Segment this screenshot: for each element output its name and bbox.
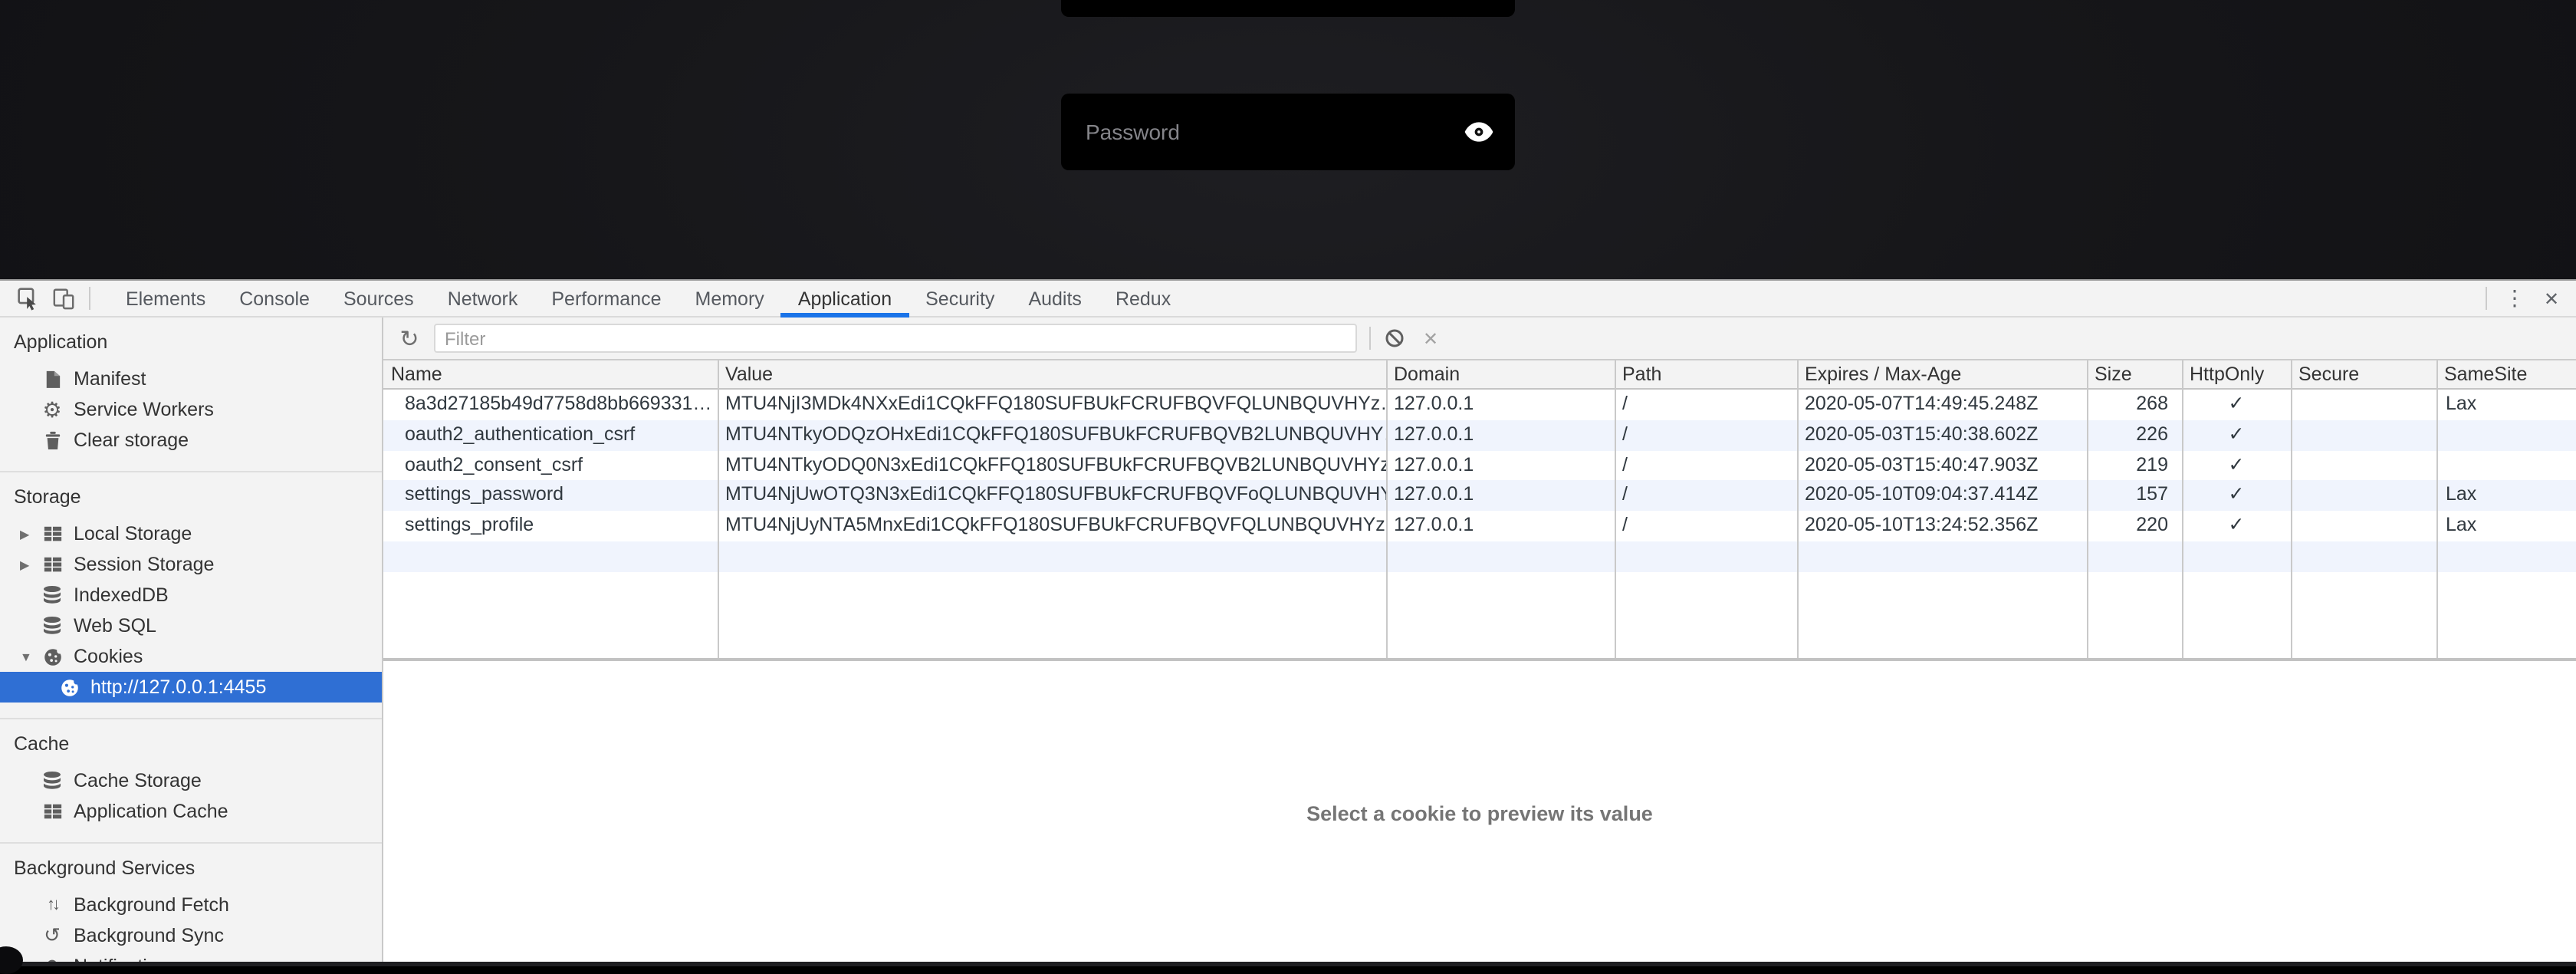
sidebar-item-manifest[interactable]: Manifest [0, 364, 382, 394]
cookie-table-header: Name Value Domain Path Expires / Max-Age… [383, 360, 2576, 390]
column-header-secure[interactable]: Secure [2291, 360, 2436, 388]
column-header-samesite[interactable]: SameSite [2436, 360, 2576, 388]
table-row[interactable]: oauth2_consent_csrf MTU4NTkyODQ0N3xEdi1C… [383, 450, 2576, 481]
table-row[interactable]: settings_password MTU4NjUwOTQ3N3xEdi1CQk… [383, 481, 2576, 512]
column-header-expires[interactable]: Expires / Max-Age [1797, 360, 2087, 388]
table-row[interactable]: 8a3d27185b49d7758d8bb669331… MTU4NjI3MDk… [383, 390, 2576, 420]
sidebar-section-background-services: Background Services ↑↓ Background Fetch … [0, 842, 382, 966]
httponly-check: ✓ [2182, 511, 2291, 541]
httponly-check: ✓ [2182, 481, 2291, 512]
sidebar-item-cookies-host[interactable]: http://127.0.0.1:4455 [0, 672, 382, 703]
application-sidebar: Application Manifest ⚙ Service Workers [0, 318, 383, 966]
database-icon [40, 615, 64, 637]
section-title-background-services: Background Services [0, 853, 382, 884]
devtools-close-icon[interactable]: ✕ [2533, 288, 2570, 309]
sidebar-section-application: Application Manifest ⚙ Service Workers [0, 318, 382, 471]
devtools-tabbar: Elements Console Sources Network Perform… [0, 279, 2576, 318]
column-header-path[interactable]: Path [1615, 360, 1797, 388]
tab-network[interactable]: Network [431, 281, 535, 316]
password-field[interactable] [1061, 94, 1515, 170]
table-icon [40, 555, 64, 574]
devtools-tabs: Elements Console Sources Network Perform… [109, 281, 1188, 316]
httponly-check: ✓ [2182, 420, 2291, 451]
cookies-panel: ↻ ✕ Name Value Domain Path Expires / Max… [383, 318, 2576, 966]
sidebar-item-background-fetch[interactable]: ↑↓ Background Fetch [0, 890, 382, 920]
file-icon [40, 369, 64, 389]
devtools-menu-icon[interactable]: ⋮ [2496, 285, 2533, 311]
sidebar-section-storage: Storage ▶ Local Storage ▶ Session Sto [0, 471, 382, 718]
tabbar-right-separator [2486, 287, 2487, 310]
up-down-arrows-icon: ↑↓ [40, 896, 64, 914]
screen: Elements Console Sources Network Perform… [0, 0, 2576, 966]
tab-security[interactable]: Security [909, 281, 1011, 316]
tab-audits[interactable]: Audits [1011, 281, 1099, 316]
login-page-background [0, 0, 2576, 279]
gear-icon: ⚙ [40, 400, 64, 420]
section-title-cache: Cache [0, 729, 382, 759]
password-input[interactable] [1083, 118, 1464, 146]
chevron-right-icon[interactable]: ▶ [20, 527, 40, 541]
show-password-eye-icon[interactable] [1464, 121, 1493, 143]
sidebar-item-application-cache[interactable]: Application Cache [0, 796, 382, 827]
tab-sources[interactable]: Sources [327, 281, 431, 316]
sidebar-item-service-workers[interactable]: ⚙ Service Workers [0, 394, 382, 425]
cookies-toolbar: ↻ ✕ [383, 318, 2576, 360]
cookie-filter-input[interactable] [434, 324, 1357, 353]
database-icon [40, 770, 64, 791]
cookie-table: Name Value Domain Path Expires / Max-Age… [383, 360, 2576, 661]
trash-icon [40, 430, 64, 450]
tabbar-right-controls: ⋮ ✕ [2476, 281, 2576, 316]
preview-placeholder-message: Select a cookie to preview its value [1306, 802, 1653, 825]
table-icon [40, 525, 64, 543]
cookie-preview-pane: Select a cookie to preview its value [383, 661, 2576, 966]
tabbar-separator [89, 287, 90, 310]
sidebar-item-clear-storage[interactable]: Clear storage [0, 425, 382, 456]
cookie-icon [40, 647, 64, 666]
section-title-application: Application [0, 327, 382, 357]
chevron-right-icon[interactable]: ▶ [20, 558, 40, 571]
sidebar-item-indexeddb[interactable]: IndexedDB [0, 580, 382, 610]
sidebar-item-cookies[interactable]: ▼ Cookies [0, 641, 382, 672]
httponly-check: ✓ [2182, 390, 2291, 420]
delete-selected-icon[interactable]: ✕ [1423, 327, 1438, 349]
chevron-down-icon[interactable]: ▼ [20, 650, 40, 663]
sidebar-item-background-sync[interactable]: ↺ Background Sync [0, 920, 382, 951]
sidebar-section-cache: Cache Cache Storage Application Cac [0, 718, 382, 842]
toolbar-separator [1369, 327, 1371, 350]
table-icon [40, 802, 64, 821]
clear-all-cookies-icon[interactable] [1385, 328, 1405, 348]
sidebar-item-cache-storage[interactable]: Cache Storage [0, 765, 382, 796]
tab-performance[interactable]: Performance [534, 281, 678, 316]
sidebar-item-session-storage[interactable]: ▶ Session Storage [0, 549, 382, 580]
table-row-empty[interactable] [383, 541, 2576, 572]
section-title-storage: Storage [0, 482, 382, 512]
tab-redux[interactable]: Redux [1099, 281, 1188, 316]
devtools-panel: Elements Console Sources Network Perform… [0, 279, 2576, 966]
database-icon [40, 584, 64, 606]
column-header-value[interactable]: Value [718, 360, 1386, 388]
input-field-partial[interactable] [1061, 0, 1515, 17]
tab-elements[interactable]: Elements [109, 281, 222, 316]
sidebar-item-local-storage[interactable]: ▶ Local Storage [0, 518, 382, 549]
screen-bottom-edge [0, 962, 2576, 966]
cookie-icon [57, 677, 81, 697]
httponly-check: ✓ [2182, 450, 2291, 481]
tab-console[interactable]: Console [222, 281, 327, 316]
column-header-httponly[interactable]: HttpOnly [2182, 360, 2291, 388]
sidebar-item-web-sql[interactable]: Web SQL [0, 610, 382, 641]
tab-application[interactable]: Application [781, 281, 909, 316]
column-header-name[interactable]: Name [383, 360, 718, 388]
table-row[interactable]: settings_profile MTU4NjUyNTA5MnxEdi1CQkF… [383, 511, 2576, 541]
tab-memory[interactable]: Memory [678, 281, 781, 316]
column-header-size[interactable]: Size [2087, 360, 2182, 388]
inspect-element-icon[interactable] [12, 281, 46, 315]
table-row[interactable]: oauth2_authentication_csrf MTU4NTkyODQzO… [383, 420, 2576, 451]
sync-icon: ↺ [40, 923, 64, 948]
selected-tab-underline [781, 313, 909, 318]
refresh-icon[interactable]: ↻ [397, 324, 422, 352]
column-header-domain[interactable]: Domain [1386, 360, 1615, 388]
device-toolbar-icon[interactable] [46, 281, 80, 315]
